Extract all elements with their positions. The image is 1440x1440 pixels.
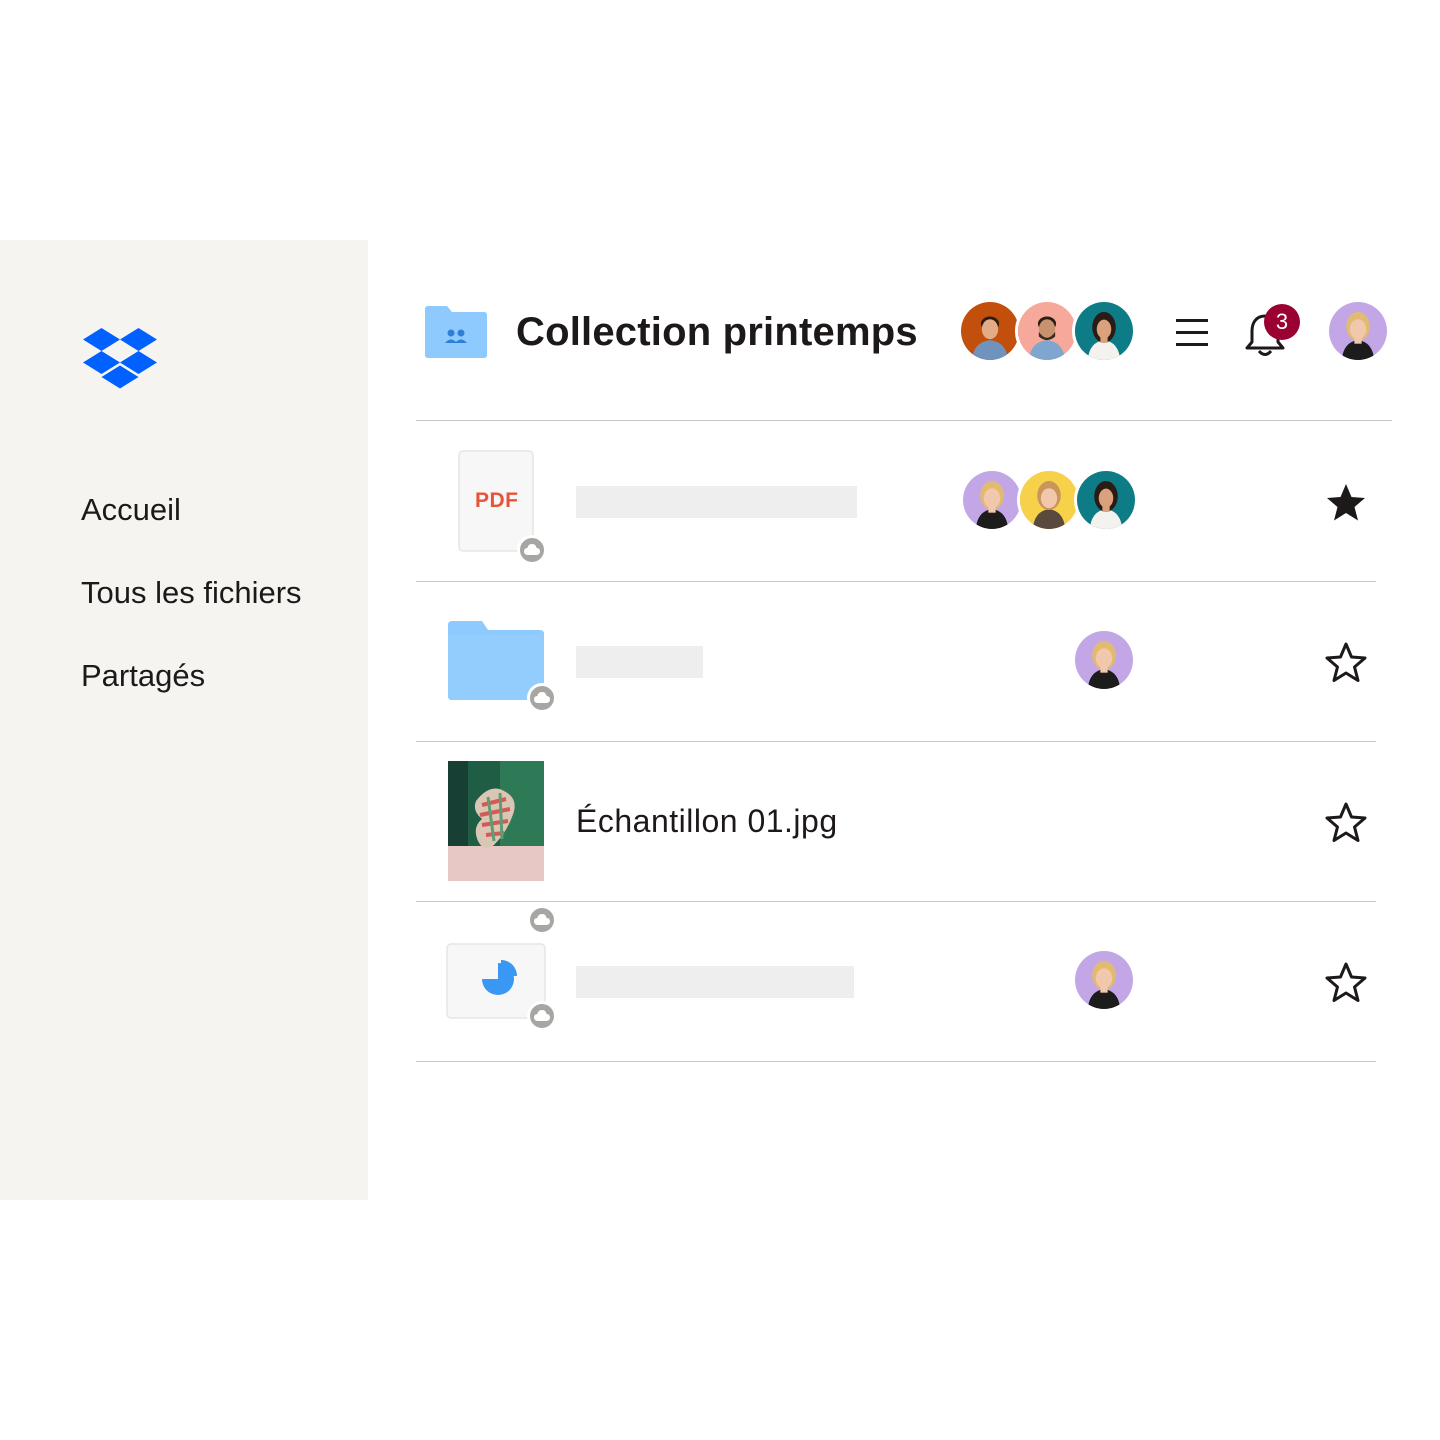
cloud-sync-icon (527, 683, 557, 713)
file-row[interactable] (416, 581, 1376, 742)
file-name-placeholder (576, 486, 857, 518)
user-avatar[interactable] (1326, 299, 1390, 363)
star-outline-icon[interactable] (1324, 801, 1368, 845)
file-name[interactable]: Échantillon 01.jpg (576, 800, 838, 842)
shared-member-avatar (1072, 628, 1136, 692)
file-row[interactable] (416, 901, 1376, 1062)
sidebar: Accueil Tous les fichiers Partagés (0, 240, 368, 1200)
sidebar-item-accueil[interactable]: Accueil (81, 490, 181, 530)
sidebar-item-tous-les-fichiers[interactable]: Tous les fichiers (81, 573, 302, 613)
shared-member-avatar[interactable] (1015, 299, 1079, 363)
shared-member-avatar (960, 468, 1024, 532)
dropbox-logo-icon[interactable] (83, 328, 157, 392)
file-name-placeholder (576, 646, 703, 678)
sidebar-item-partages[interactable]: Partagés (81, 656, 205, 696)
shared-member-avatar[interactable] (958, 299, 1022, 363)
shared-member-avatar (1072, 948, 1136, 1012)
star-outline-icon[interactable] (1324, 961, 1368, 1005)
cloud-sync-icon (527, 1001, 557, 1031)
shared-member-avatar (1017, 468, 1081, 532)
cloud-sync-icon (517, 535, 547, 565)
shared-folder-icon (425, 306, 487, 358)
star-outline-icon[interactable] (1324, 641, 1368, 685)
file-row[interactable]: PDF (416, 421, 1376, 582)
shared-member-avatar (1074, 468, 1138, 532)
hamburger-menu-icon[interactable] (1174, 313, 1210, 353)
pdf-file-label: PDF (475, 489, 519, 512)
file-row[interactable]: Échantillon 01.jpg (416, 741, 1376, 935)
app-window: Accueil Tous les fichiers Partagés Colle… (0, 240, 1440, 1200)
page-title: Collection printemps (516, 310, 918, 354)
image-thumbnail (448, 761, 544, 881)
shared-member-avatar[interactable] (1072, 299, 1136, 363)
star-filled-icon[interactable] (1324, 481, 1368, 525)
notification-count-badge: 3 (1264, 304, 1300, 340)
file-name-placeholder (576, 966, 854, 998)
